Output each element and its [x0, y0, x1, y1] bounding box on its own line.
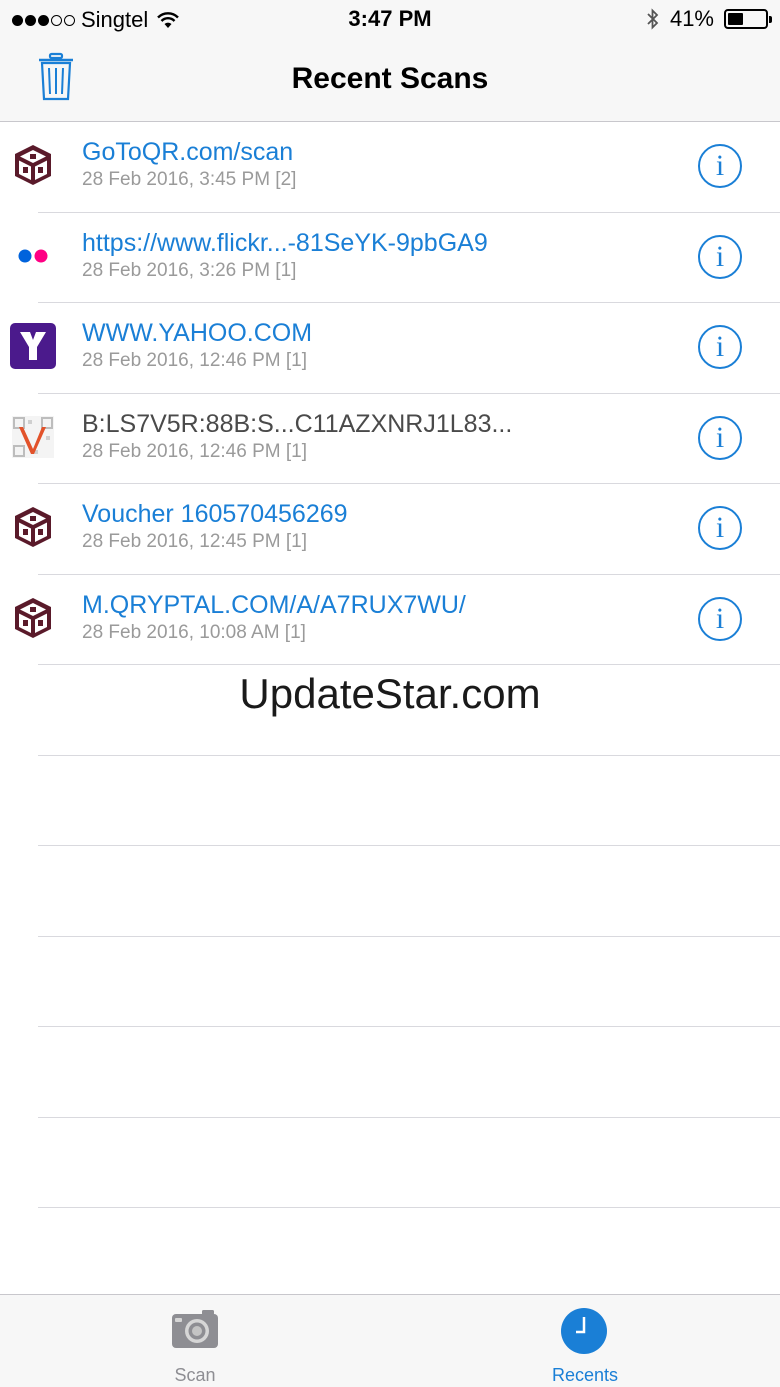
yahoo-icon: [10, 323, 56, 369]
list-item[interactable]: https://www.flickr...-81SeYK-9pbGA9 28 F…: [0, 213, 780, 303]
list-item[interactable]: WWW.YAHOO.COM 28 Feb 2016, 12:46 PM [1] …: [0, 303, 780, 394]
scan-timestamp: 28 Feb 2016, 3:45 PM [2]: [82, 169, 297, 190]
tab-recents-label: Recents: [551, 1365, 619, 1385]
flickr-icon: [18, 249, 48, 262]
list-item[interactable]: M.QRYPTAL.COM/A/A7RUX7WU/ 28 Feb 2016, 1…: [0, 575, 780, 665]
bluetooth-icon: [647, 8, 659, 30]
info-icon[interactable]: i: [698, 325, 742, 369]
scan-timestamp: 28 Feb 2016, 12:46 PM [1]: [82, 350, 307, 371]
tab-bar: Scan Recents: [0, 1294, 780, 1387]
scan-timestamp: 28 Feb 2016, 12:46 PM [1]: [82, 440, 307, 462]
navigation-bar: Recent Scans: [0, 40, 780, 122]
empty-row: [0, 1027, 780, 1118]
info-icon[interactable]: i: [698, 144, 742, 188]
vcard-qr-icon: [12, 415, 54, 458]
scan-title: M.QRYPTAL.COM/A/A7RUX7WU/: [82, 590, 466, 619]
scan-title: B:LS7V5R:88B:S...C11AZXNRJ1L83...: [82, 409, 513, 438]
scan-timestamp: 28 Feb 2016, 10:08 AM [1]: [82, 621, 306, 643]
scan-timestamp: 28 Feb 2016, 12:45 PM [1]: [82, 531, 307, 552]
info-icon[interactable]: i: [698, 415, 742, 460]
scan-title: GoToQR.com/scan: [82, 138, 294, 166]
tab-scan[interactable]: Scan: [0, 1295, 390, 1387]
battery-percent: 41%: [669, 6, 714, 31]
info-icon[interactable]: i: [698, 234, 742, 279]
list-item[interactable]: B:LS7V5R:88B:S...C11AZXNRJ1L83... 28 Feb…: [0, 394, 780, 484]
page-title: Recent Scans: [291, 62, 489, 95]
clock-icon: [561, 1308, 607, 1354]
tab-scan-label: Scan: [174, 1365, 216, 1385]
status-right: 41%: [646, 6, 772, 32]
camera-icon: [172, 1310, 218, 1348]
scan-title: https://www.flickr...-81SeYK-9pbGA9: [82, 228, 488, 257]
tab-recents[interactable]: Recents: [390, 1295, 780, 1387]
status-bar: Singtel 3:47 PM 41%: [0, 0, 780, 40]
info-icon[interactable]: i: [698, 596, 742, 641]
scan-timestamp: 28 Feb 2016, 3:26 PM [1]: [82, 259, 297, 281]
scan-title: WWW.YAHOO.COM: [82, 319, 313, 347]
divider: [38, 1207, 780, 1208]
empty-row: [0, 937, 780, 1027]
scan-title: Voucher 160570456269: [82, 500, 348, 528]
qr-cube-icon: [15, 145, 51, 185]
battery-icon: [724, 9, 772, 29]
empty-row: [0, 1118, 780, 1208]
qr-cube-icon: [15, 507, 51, 547]
watermark: UpdateStar.com: [239, 670, 541, 717]
info-icon[interactable]: i: [698, 506, 742, 550]
qr-cube-icon: [15, 597, 51, 638]
list-item[interactable]: Voucher 160570456269 28 Feb 2016, 12:45 …: [0, 484, 780, 575]
recent-scans-list: GoToQR.com/scan 28 Feb 2016, 3:45 PM [2]…: [0, 122, 780, 1208]
list-item[interactable]: GoToQR.com/scan 28 Feb 2016, 3:45 PM [2]…: [0, 122, 780, 213]
empty-row: [0, 846, 780, 937]
empty-row: [0, 756, 780, 846]
